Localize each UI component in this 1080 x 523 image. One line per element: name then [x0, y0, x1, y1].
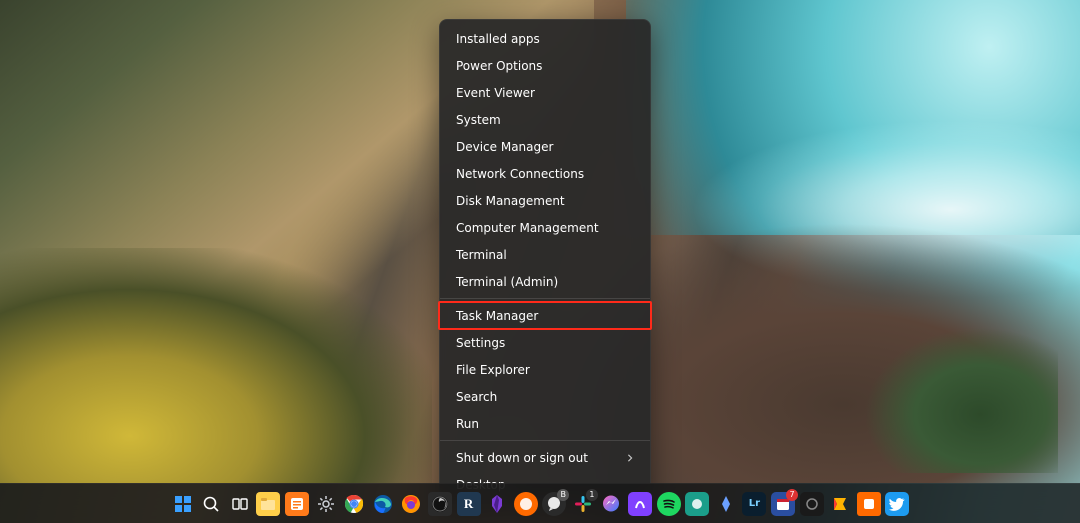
obs-icon[interactable]: [428, 492, 452, 516]
firefox-icon[interactable]: [399, 492, 423, 516]
obsidian-icon[interactable]: [485, 492, 509, 516]
menu-task-manager[interactable]: Task Manager: [439, 302, 651, 329]
twitter-icon[interactable]: [885, 492, 909, 516]
menu-power-options[interactable]: Power Options: [440, 52, 650, 79]
menu-separator: [440, 440, 650, 441]
chevron-right-icon: [626, 451, 634, 465]
menu-installed-apps[interactable]: Installed apps: [440, 25, 650, 52]
spotify-icon[interactable]: [657, 492, 681, 516]
file-explorer-icon[interactable]: [256, 492, 280, 516]
menu-separator: [440, 298, 650, 299]
chrome-icon[interactable]: [342, 492, 366, 516]
lightroom-icon[interactable]: Lr: [742, 492, 766, 516]
browser-orange-icon[interactable]: [285, 492, 309, 516]
app-purple-icon[interactable]: [628, 492, 652, 516]
menu-computer-management[interactable]: Computer Management: [440, 214, 650, 241]
taskbar: R B 1 Lr 7: [0, 483, 1080, 523]
messenger-icon[interactable]: [599, 492, 623, 516]
settings-icon[interactable]: [314, 492, 338, 516]
menu-device-manager[interactable]: Device Manager: [440, 133, 650, 160]
menu-event-viewer[interactable]: Event Viewer: [440, 79, 650, 106]
notification-badge: B: [557, 489, 569, 501]
app-teal-icon[interactable]: [685, 492, 709, 516]
notification-badge: 7: [786, 489, 798, 501]
menu-terminal[interactable]: Terminal: [440, 241, 650, 268]
wallpaper-grass: [0, 248, 432, 483]
edge-icon[interactable]: [371, 492, 395, 516]
menu-shut-down-sign-out[interactable]: Shut down or sign out: [440, 444, 650, 471]
menu-settings[interactable]: Settings: [440, 329, 650, 356]
slack-icon[interactable]: 1: [571, 492, 595, 516]
app-dark-icon[interactable]: [800, 492, 824, 516]
app-gold-icon[interactable]: [828, 492, 852, 516]
calendar-icon[interactable]: 7: [771, 492, 795, 516]
chat-app-icon[interactable]: B: [542, 492, 566, 516]
task-view-icon[interactable]: [228, 492, 252, 516]
menu-disk-management[interactable]: Disk Management: [440, 187, 650, 214]
wallpaper-shrub: [864, 327, 1058, 473]
menu-search[interactable]: Search: [440, 383, 650, 410]
menu-run[interactable]: Run: [440, 410, 650, 437]
app-r-icon[interactable]: R: [457, 492, 481, 516]
menu-system[interactable]: System: [440, 106, 650, 133]
winx-context-menu: Installed apps Power Options Event Viewe…: [439, 19, 651, 504]
app-2-icon[interactable]: [857, 492, 881, 516]
notes-orange-icon[interactable]: [514, 492, 538, 516]
menu-terminal-admin[interactable]: Terminal (Admin): [440, 268, 650, 295]
menu-network-connections[interactable]: Network Connections: [440, 160, 650, 187]
search-icon[interactable]: [199, 492, 223, 516]
menu-file-explorer[interactable]: File Explorer: [440, 356, 650, 383]
notification-badge: 1: [586, 489, 598, 501]
start-icon[interactable]: [171, 492, 195, 516]
app-blue-icon[interactable]: [714, 492, 738, 516]
